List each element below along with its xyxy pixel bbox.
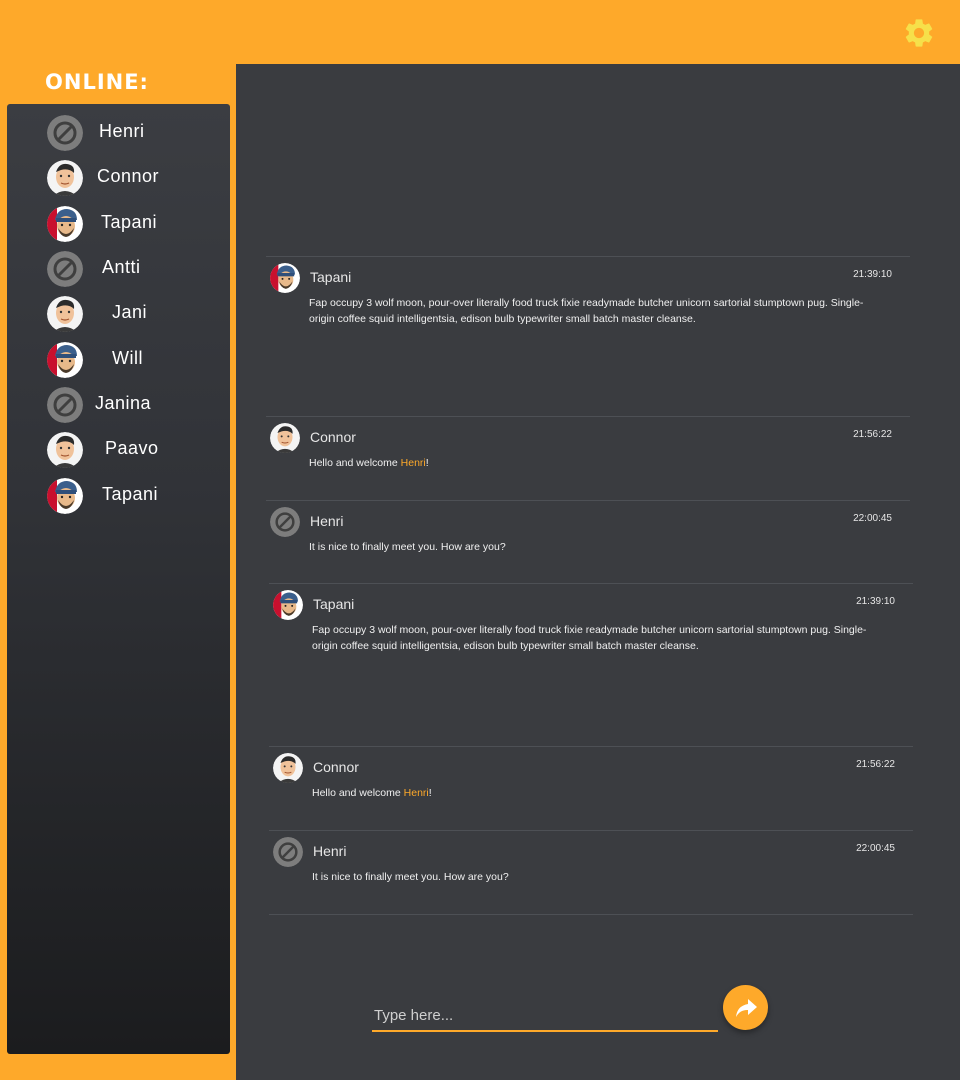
message-text: Hello and welcome Henri! (312, 785, 872, 801)
online-user-tapani[interactable]: Tapani (47, 206, 227, 242)
message-text: It is nice to finally meet you. How are … (312, 871, 509, 883)
message-composer (372, 1002, 722, 1032)
avatar (273, 837, 303, 867)
online-user-connor[interactable]: Connor (47, 160, 227, 196)
online-user-will[interactable]: Will (47, 342, 227, 378)
online-user-jani[interactable]: Jani (47, 296, 227, 332)
user-name: Jani (112, 302, 148, 322)
avatar (47, 432, 83, 468)
message-text: Fap occupy 3 wolf moon, pour-over litera… (309, 297, 864, 325)
avatar (47, 251, 83, 287)
user-name: Paavo (105, 438, 159, 458)
user-name: Tapani (101, 212, 158, 232)
message-input[interactable] (372, 1002, 722, 1028)
avatar (47, 160, 83, 196)
chat-message: Connor 21:56:22 Hello and welcome Henri! (269, 746, 913, 831)
message-author: Henri (310, 513, 344, 529)
gear-icon[interactable] (902, 16, 936, 50)
avatar (47, 387, 83, 423)
avatar (270, 423, 300, 453)
chat-message: Connor 21:56:22 Hello and welcome Henri! (266, 416, 910, 501)
message-time: 21:39:10 (853, 269, 892, 280)
avatar (47, 478, 83, 514)
user-name: Antti (102, 257, 141, 277)
avatar (47, 206, 83, 242)
message-author: Tapani (310, 269, 352, 285)
online-user-paavo[interactable]: Paavo (47, 432, 227, 468)
message-time: 22:00:45 (856, 843, 895, 854)
user-mention[interactable]: Henri (401, 457, 426, 469)
avatar (270, 507, 300, 537)
message-text: Fap occupy 3 wolf moon, pour-over litera… (312, 624, 867, 652)
user-name: Tapani (102, 484, 159, 504)
avatar (273, 753, 303, 783)
message-author: Connor (310, 429, 356, 445)
avatar (273, 590, 303, 620)
online-user-henri[interactable]: Henri (47, 115, 227, 151)
online-user-antti[interactable]: Antti (47, 251, 227, 287)
avatar (47, 296, 83, 332)
online-user-tapani-2[interactable]: Tapani (47, 478, 227, 514)
user-name: Will (112, 348, 143, 368)
message-text-part: ! (428, 787, 432, 799)
message-text-part: Hello and welcome (312, 787, 404, 799)
avatar (270, 263, 300, 293)
message-text-part: Hello and welcome (309, 457, 401, 469)
user-mention[interactable]: Henri (404, 787, 429, 799)
chat-message: Tapani 21:39:10 Fap occupy 3 wolf moon, … (266, 256, 910, 417)
chat-message: Henri 22:00:45 It is nice to finally mee… (266, 500, 910, 584)
message-author: Tapani (313, 596, 355, 612)
message-time: 21:56:22 (853, 429, 892, 440)
message-time: 22:00:45 (853, 513, 892, 524)
user-name: Janina (95, 393, 152, 413)
online-sidebar: ONLINE: Henri Connor Tapani Antti Jani W… (0, 64, 236, 1080)
user-name: Henri (99, 121, 145, 141)
top-bar (0, 0, 960, 64)
online-title: ONLINE: (45, 70, 149, 94)
message-author: Henri (313, 843, 347, 859)
user-name: Connor (97, 166, 160, 186)
chat-message: Tapani 21:39:10 Fap occupy 3 wolf moon, … (269, 583, 913, 747)
online-user-list: Henri Connor Tapani Antti Jani Will Jani… (7, 104, 230, 1054)
online-user-janina[interactable]: Janina (47, 387, 227, 423)
message-time: 21:39:10 (856, 596, 895, 607)
send-button[interactable] (723, 985, 768, 1030)
message-text: It is nice to finally meet you. How are … (309, 541, 506, 553)
message-text-part: ! (425, 457, 429, 469)
avatar (47, 342, 83, 378)
message-text: Hello and welcome Henri! (309, 455, 869, 471)
message-time: 21:56:22 (856, 759, 895, 770)
chat-message: Henri 22:00:45 It is nice to finally mee… (269, 830, 913, 915)
avatar (47, 115, 83, 151)
share-arrow-icon (736, 999, 757, 1017)
chat-area: Tapani 21:39:10 Fap occupy 3 wolf moon, … (236, 64, 960, 1080)
message-author: Connor (313, 759, 359, 775)
